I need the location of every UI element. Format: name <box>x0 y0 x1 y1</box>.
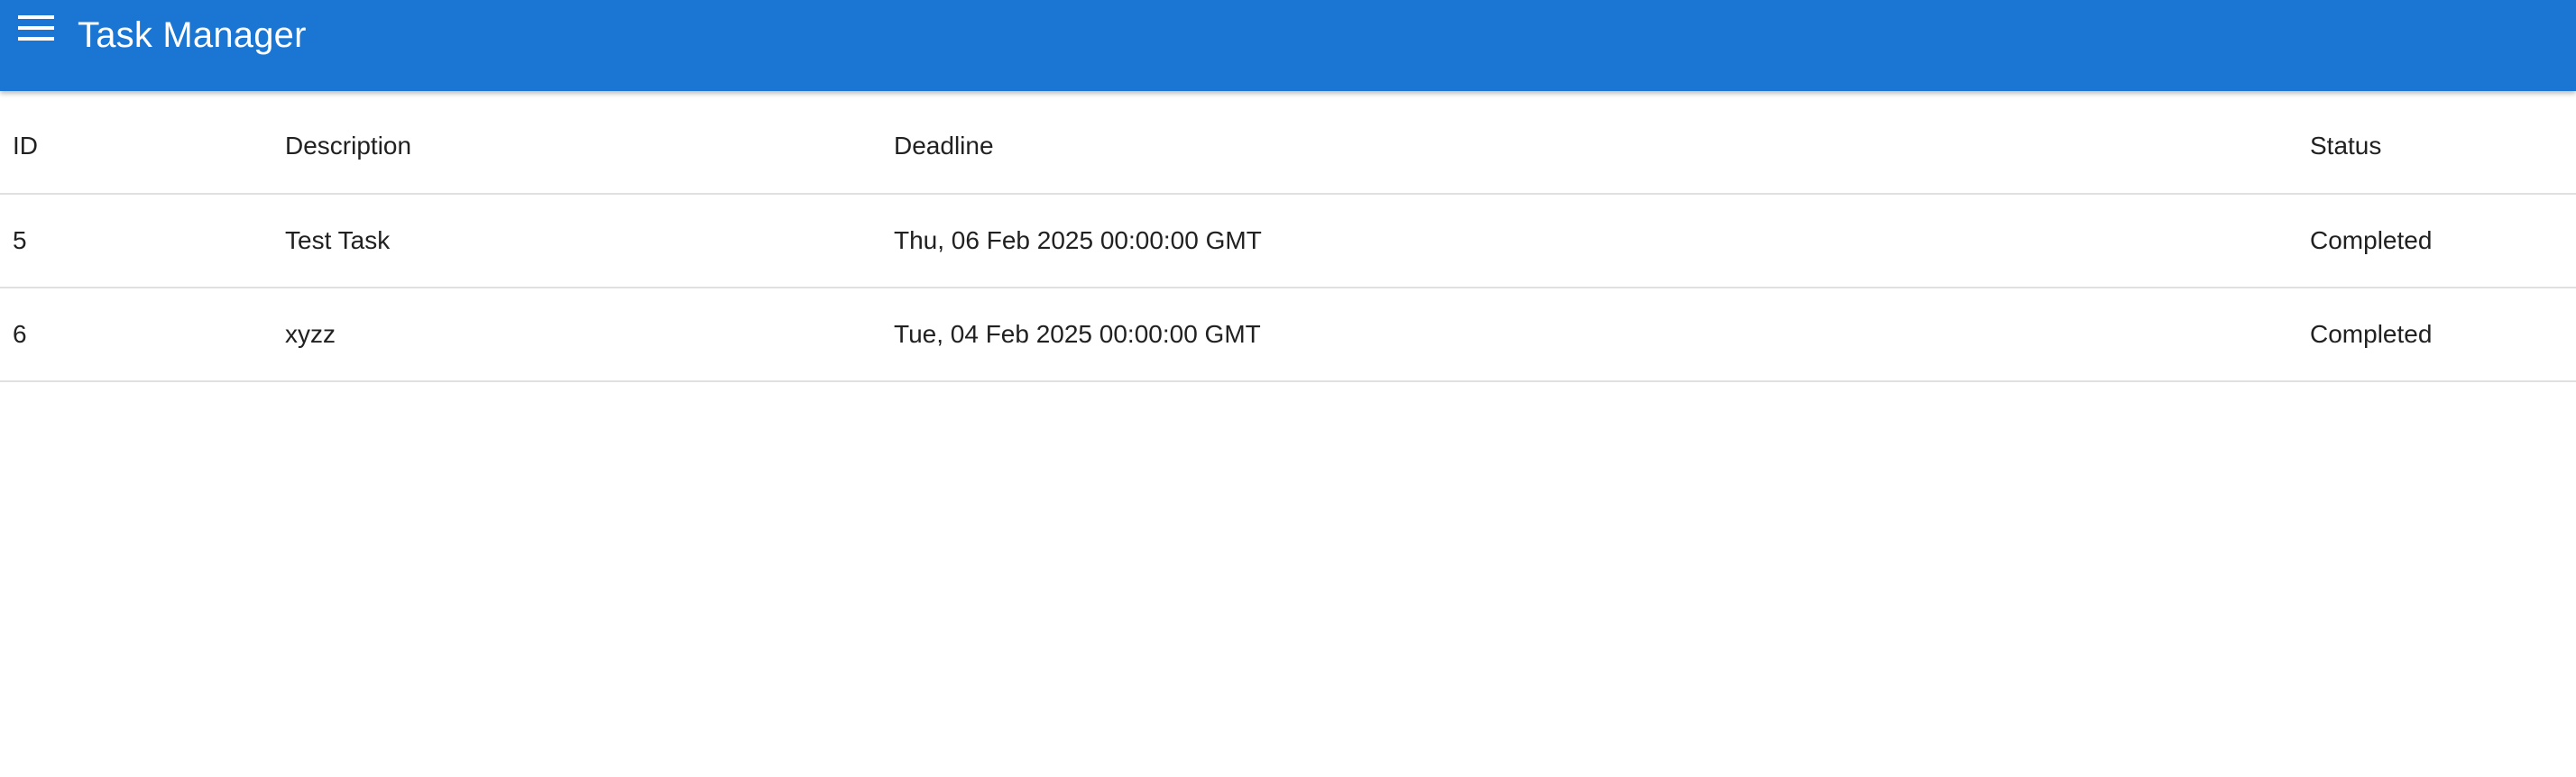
cell-deadline: Tue, 04 Feb 2025 00:00:00 GMT <box>881 288 2297 382</box>
menu-icon <box>18 15 54 41</box>
column-header-description: Description <box>272 99 881 195</box>
column-header-id: ID <box>0 99 272 195</box>
table-row[interactable]: 5 Test Task Thu, 06 Feb 2025 00:00:00 GM… <box>0 194 2576 288</box>
cell-status: Completed <box>2297 288 2576 382</box>
column-header-deadline: Deadline <box>881 99 2297 195</box>
cell-description: Test Task <box>272 194 881 288</box>
task-table: ID Description Deadline Status 5 Test Ta… <box>0 99 2576 382</box>
cell-id: 6 <box>0 288 272 382</box>
column-header-status: Status <box>2297 99 2576 195</box>
cell-status: Completed <box>2297 194 2576 288</box>
app-bar: Task Manager <box>0 0 2576 91</box>
menu-button[interactable] <box>18 14 65 56</box>
cell-deadline: Thu, 06 Feb 2025 00:00:00 GMT <box>881 194 2297 288</box>
app-title: Task Manager <box>78 15 307 55</box>
cell-id: 5 <box>0 194 272 288</box>
table-header-row: ID Description Deadline Status <box>0 99 2576 195</box>
table-row[interactable]: 6 xyzz Tue, 04 Feb 2025 00:00:00 GMT Com… <box>0 288 2576 382</box>
cell-description: xyzz <box>272 288 881 382</box>
